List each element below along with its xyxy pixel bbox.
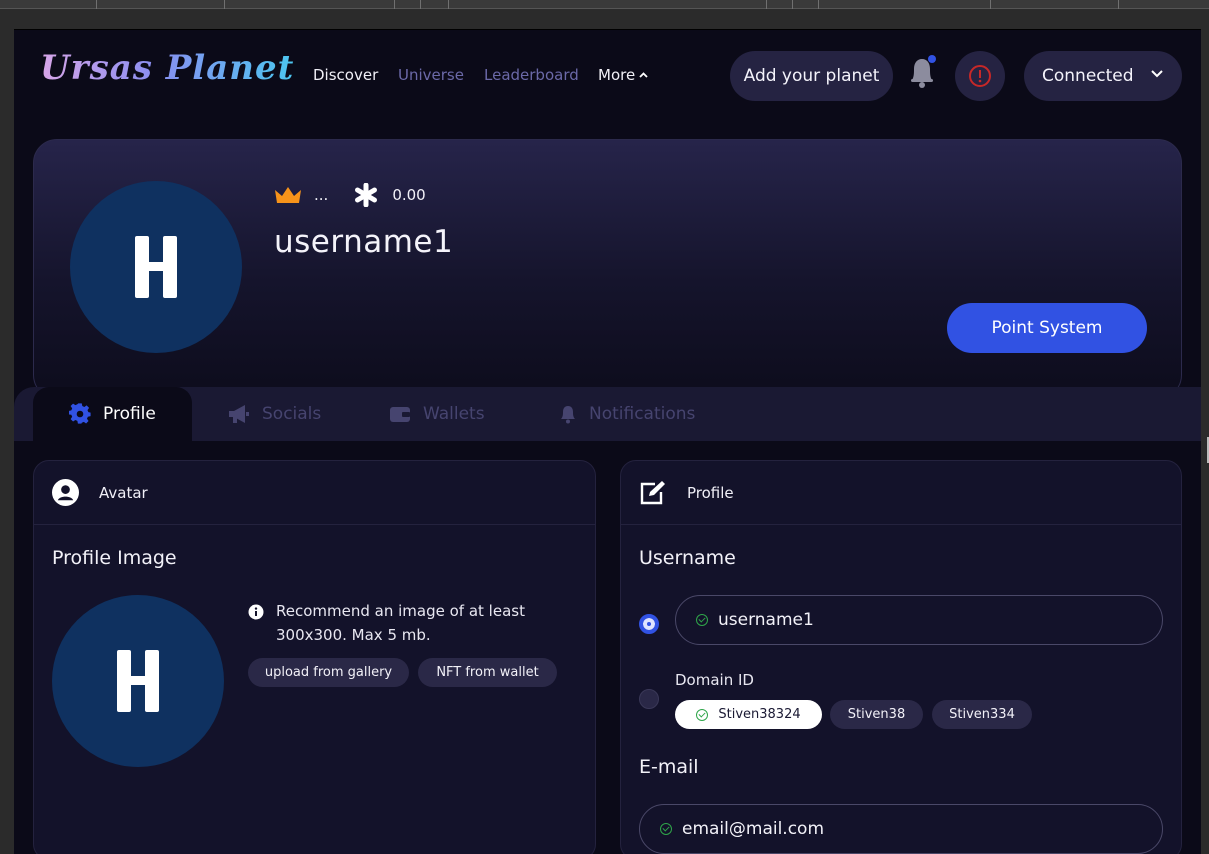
points-value: 0.00 <box>392 186 426 204</box>
chevron-up-icon <box>639 72 648 78</box>
tab-profile-label: Profile <box>103 404 156 424</box>
check-circle-icon <box>696 614 708 626</box>
image-recommendation: Recommend an image of at least 300x300. … <box>248 599 546 647</box>
tab-wallets[interactable]: Wallets <box>389 387 485 441</box>
wallet-icon <box>390 407 410 422</box>
nav-universe[interactable]: Universe <box>398 66 464 84</box>
tab-notifications-label: Notifications <box>589 404 696 424</box>
megaphone-icon <box>229 405 249 423</box>
email-label: E-mail <box>639 756 699 778</box>
avatar-card: Avatar Profile Image Recommend an image … <box>33 460 596 854</box>
profile-stats: ... 0.00 <box>274 183 426 207</box>
asterisk-icon <box>355 183 378 207</box>
bell-icon <box>561 406 575 424</box>
avatar <box>70 181 242 353</box>
upload-gallery-button[interactable]: upload from gallery <box>248 658 409 687</box>
username-input[interactable]: username1 <box>675 595 1163 645</box>
domain-chip-2[interactable]: Stiven38 <box>830 700 923 729</box>
profile-card-title: Profile <box>687 483 734 502</box>
app-window: Ursas Planet Discover Universe Leaderboa… <box>14 29 1201 854</box>
avatar-letter-icon <box>117 650 159 712</box>
profile-tabs: Profile Socials Wallets Notifications <box>14 387 1201 441</box>
rank-value: ... <box>314 186 329 204</box>
domain-chip-3[interactable]: Stiven334 <box>932 700 1032 729</box>
username-radio[interactable] <box>639 614 659 634</box>
check-circle-icon <box>696 708 709 721</box>
profile-card: Profile Username username1 Domain ID Sti… <box>620 460 1182 854</box>
crown-icon <box>275 187 301 203</box>
connected-label: Connected <box>1042 66 1134 86</box>
avatar-card-title: Avatar <box>99 483 148 502</box>
email-input[interactable]: email@mail.com <box>639 804 1163 854</box>
avatar-card-header: Avatar <box>34 461 595 525</box>
add-planet-button[interactable]: Add your planet <box>730 51 893 101</box>
ursas-planet-logo[interactable]: Ursas Planet <box>40 48 294 88</box>
tab-socials-label: Socials <box>262 404 322 424</box>
domain-chip-3-label: Stiven334 <box>949 707 1015 722</box>
tab-wallets-label: Wallets <box>423 404 485 424</box>
top-navbar: Ursas Planet Discover Universe Leaderboa… <box>14 30 1201 122</box>
nft-wallet-label: NFT from wallet <box>436 665 539 680</box>
user-circle-icon <box>52 479 79 506</box>
image-recommendation-text: Recommend an image of at least 300x300. … <box>276 602 525 644</box>
profile-image-title: Profile Image <box>52 547 177 569</box>
nav-discover[interactable]: Discover <box>313 66 378 84</box>
point-system-button[interactable]: Point System <box>947 303 1147 353</box>
tab-socials[interactable]: Socials <box>228 387 321 441</box>
wallet-connected-dropdown[interactable]: Connected <box>1024 51 1182 101</box>
username-input-value: username1 <box>718 610 814 630</box>
domain-chip-1-label: Stiven38324 <box>718 707 801 722</box>
domain-chip-1[interactable]: Stiven38324 <box>675 700 822 729</box>
domain-id-label: Domain ID <box>675 671 754 689</box>
nft-wallet-button[interactable]: NFT from wallet <box>418 658 557 687</box>
tab-notifications[interactable]: Notifications <box>559 387 695 441</box>
avatar-letter-icon <box>135 236 177 298</box>
bell-icon <box>911 55 936 88</box>
nav-more-label: More <box>598 66 636 84</box>
page-title: username1 <box>274 224 454 260</box>
profile-hero-card: ... 0.00 username1 Point System <box>33 139 1182 399</box>
avatar-preview <box>52 595 224 767</box>
domain-radio[interactable] <box>639 689 659 709</box>
nav-more[interactable]: More <box>598 66 648 84</box>
email-input-value: email@mail.com <box>682 819 825 839</box>
gear-icon <box>69 403 91 424</box>
point-system-label: Point System <box>991 318 1103 338</box>
tab-profile[interactable]: Profile <box>33 387 192 441</box>
browser-toolbar-strip <box>0 0 1209 9</box>
alert-button[interactable] <box>955 51 1005 101</box>
edit-icon <box>640 480 665 504</box>
info-icon <box>248 604 264 620</box>
profile-card-header: Profile <box>621 461 1181 525</box>
check-circle-icon <box>660 823 672 835</box>
notifications-bell-button[interactable] <box>907 54 937 90</box>
domain-chip-2-label: Stiven38 <box>847 707 906 722</box>
upload-gallery-label: upload from gallery <box>264 665 393 680</box>
nav-leaderboard[interactable]: Leaderboard <box>484 66 579 84</box>
add-planet-label: Add your planet <box>743 66 880 86</box>
username-label: Username <box>639 547 736 569</box>
chevron-down-icon <box>1151 70 1163 78</box>
alert-circle-icon <box>969 65 991 87</box>
